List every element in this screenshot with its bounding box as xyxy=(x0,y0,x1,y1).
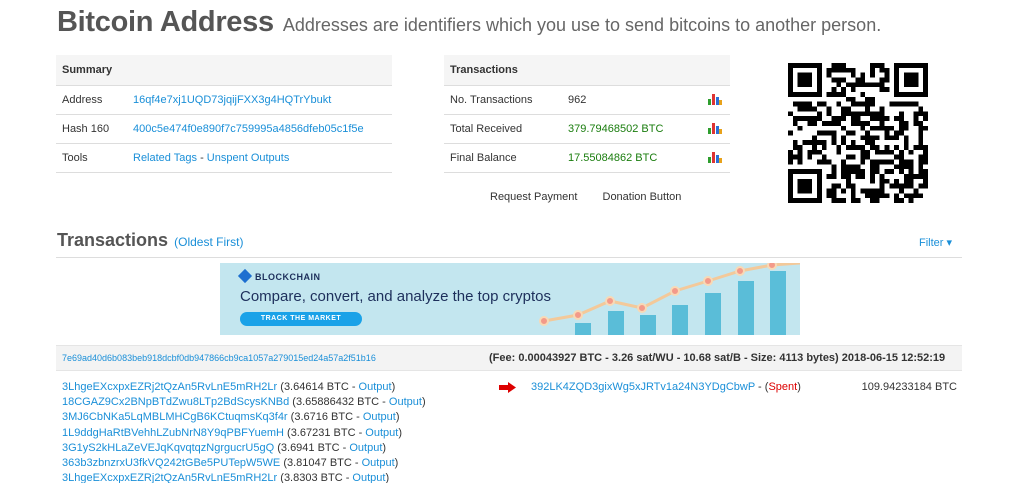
input-amount: (3.64614 BTC - xyxy=(277,381,359,393)
output-link[interactable]: Output xyxy=(362,457,395,469)
bar-chart-icon[interactable] xyxy=(708,123,722,135)
list-item: 3MJ6CbNKa5LqMBLMHCgB6KCtuqmsKq3f4r (3.67… xyxy=(62,411,400,424)
table-row: Address 16qf4e7xj1UQD73jqijFXX3g4HQTrYbu… xyxy=(56,85,392,115)
output-link[interactable]: Output xyxy=(365,427,398,439)
input-amount: (3.6716 BTC - xyxy=(287,411,363,424)
ad-chart-graphic xyxy=(539,263,800,335)
input-address-link[interactable]: 3MJ6CbNKa5LqMBLMHCgB6KCtuqmsKq3f4r xyxy=(62,411,288,423)
transaction-inputs: 3LhgeEXcxpxEZRj2tQzAn5RvLnE5mRH2Lr (3.64… xyxy=(62,381,426,483)
no-transactions-label: No. Transactions xyxy=(444,85,562,115)
ad-headline: Compare, convert, and analyze the top cr… xyxy=(240,288,552,305)
hash160-link[interactable]: 400c5e474f0e890f7c759995a4856dfeb05c1f5e xyxy=(133,123,364,135)
transactions-title: Transactions (Oldest First) xyxy=(57,230,243,251)
spent-status: Spent xyxy=(768,381,798,393)
divider xyxy=(56,257,962,258)
table-row: Hash 160 400c5e474f0e890f7c759995a4856df… xyxy=(56,114,392,144)
related-tags-link[interactable]: Related Tags xyxy=(133,152,197,164)
output-link[interactable]: Output xyxy=(349,442,382,454)
final-balance-value: 17.55084862 BTC xyxy=(562,143,702,173)
final-balance-label: Final Balance xyxy=(444,143,562,173)
page-subtitle: Addresses are identifiers which you use … xyxy=(282,15,882,35)
table-row: Total Received 379.79468502 BTC xyxy=(444,114,730,144)
list-item: 18CGAZ9Cx2BNpBTdZwu8LTp2BdScysKNBd (3.65… xyxy=(62,396,426,409)
oldest-first-link[interactable]: (Oldest First) xyxy=(174,235,243,249)
transactions-summary-header: Transactions xyxy=(444,55,730,86)
address-label: Address xyxy=(56,85,127,115)
list-item: 3LhgeEXcxpxEZRj2tQzAn5RvLnE5mRH2Lr (3.64… xyxy=(62,381,396,393)
total-received-label: Total Received xyxy=(444,114,562,144)
request-payment-button[interactable]: Request Payment xyxy=(490,191,577,203)
unspent-outputs-link[interactable]: Unspent Outputs xyxy=(207,152,290,164)
input-address-link[interactable]: 1L9ddgHaRtBVehhLZubNrN8Y9qPBFYuemH xyxy=(62,427,284,439)
table-row: No. Transactions 962 xyxy=(444,85,730,115)
hash160-label: Hash 160 xyxy=(56,114,127,144)
no-transactions-value: 962 xyxy=(562,85,702,115)
transaction-output: 392LK4ZQD3gixWg5xJRTv1a24N3YDgCbwP - (Sp… xyxy=(531,381,801,393)
transaction-fee-info: (Fee: 0.00043927 BTC - 3.26 sat/WU - 10.… xyxy=(489,352,946,364)
input-amount: (3.8303 BTC - xyxy=(277,472,353,483)
list-item: 3G1yS2kHLaZeVEJqKqvqtqzNgrgucrU5gQ (3.69… xyxy=(62,441,387,454)
address-link[interactable]: 16qf4e7xj1UQD73jqijFXX3g4HQTrYbukt xyxy=(133,94,331,106)
ad-brand: BLOCKCHAIN xyxy=(237,268,321,284)
ad-cta-button[interactable]: TRACK THE MARKET xyxy=(240,312,362,326)
input-amount: (3.65886432 BTC - xyxy=(289,396,389,409)
donation-button[interactable]: Donation Button xyxy=(603,191,682,203)
transaction-header-row: 7e69ad40d6b083beb918dcbf0db947866cb9ca10… xyxy=(56,345,962,371)
output-link[interactable]: Output xyxy=(352,472,385,483)
blockchain-ad-banner[interactable]: BLOCKCHAIN Compare, convert, and analyze… xyxy=(220,263,800,335)
output-link[interactable]: Output xyxy=(359,381,392,393)
list-item: 3LhgeEXcxpxEZRj2tQzAn5RvLnE5mRH2Lr (3.83… xyxy=(62,472,390,483)
page-title: Bitcoin Address xyxy=(57,6,274,38)
output-amount: 109.94233184 BTC xyxy=(861,381,957,393)
qr-code-icon xyxy=(788,63,928,203)
output-link[interactable]: Output xyxy=(363,411,396,423)
tools-separator: - xyxy=(197,151,207,164)
filter-dropdown[interactable]: Filter ▾ xyxy=(919,236,952,249)
table-row: Final Balance 17.55084862 BTC xyxy=(444,143,730,173)
transactions-heading: Transactions xyxy=(57,230,169,250)
transactions-summary-table: Transactions No. Transactions 962 Total … xyxy=(444,55,730,173)
input-amount: (3.6941 BTC - xyxy=(274,441,350,454)
tools-label: Tools xyxy=(56,143,127,173)
input-address-link[interactable]: 3G1yS2kHLaZeVEJqKqvqtqzNgrgucrU5gQ xyxy=(62,442,274,454)
bar-chart-icon[interactable] xyxy=(708,152,722,164)
input-amount: (3.81047 BTC - xyxy=(280,456,362,469)
payment-actions: Request Payment Donation Button xyxy=(490,191,681,203)
input-amount: (3.67231 BTC - xyxy=(283,426,366,439)
transaction-hash-link[interactable]: 7e69ad40d6b083beb918dcbf0db947866cb9ca10… xyxy=(62,353,376,363)
table-row: Tools Related Tags - Unspent Outputs xyxy=(56,143,392,173)
input-address-link[interactable]: 3LhgeEXcxpxEZRj2tQzAn5RvLnE5mRH2Lr xyxy=(62,472,277,483)
page-heading: Bitcoin Address Addresses are identifier… xyxy=(57,6,881,39)
input-address-link[interactable]: 363b3zbnzrxU3fkVQ242tGBe5PUTepW5WE xyxy=(62,457,280,469)
blockchain-logo-icon xyxy=(237,268,253,284)
right-arrow-icon xyxy=(499,382,516,393)
summary-header: Summary xyxy=(56,55,392,86)
input-address-link[interactable]: 3LhgeEXcxpxEZRj2tQzAn5RvLnE5mRH2Lr xyxy=(62,381,277,393)
total-received-value: 379.79468502 BTC xyxy=(562,114,702,144)
input-address-link[interactable]: 18CGAZ9Cx2BNpBTdZwu8LTp2BdScysKNBd xyxy=(62,396,289,408)
output-link[interactable]: Output xyxy=(389,396,422,408)
list-item: 1L9ddgHaRtBVehhLZubNrN8Y9qPBFYuemH (3.67… xyxy=(62,426,402,439)
list-item: 363b3zbnzrxU3fkVQ242tGBe5PUTepW5WE (3.81… xyxy=(62,456,399,469)
output-address-link[interactable]: 392LK4ZQD3gixWg5xJRTv1a24N3YDgCbwP xyxy=(531,381,755,393)
summary-table: Summary Address 16qf4e7xj1UQD73jqijFXX3g… xyxy=(56,55,392,173)
bar-chart-icon[interactable] xyxy=(708,94,722,106)
